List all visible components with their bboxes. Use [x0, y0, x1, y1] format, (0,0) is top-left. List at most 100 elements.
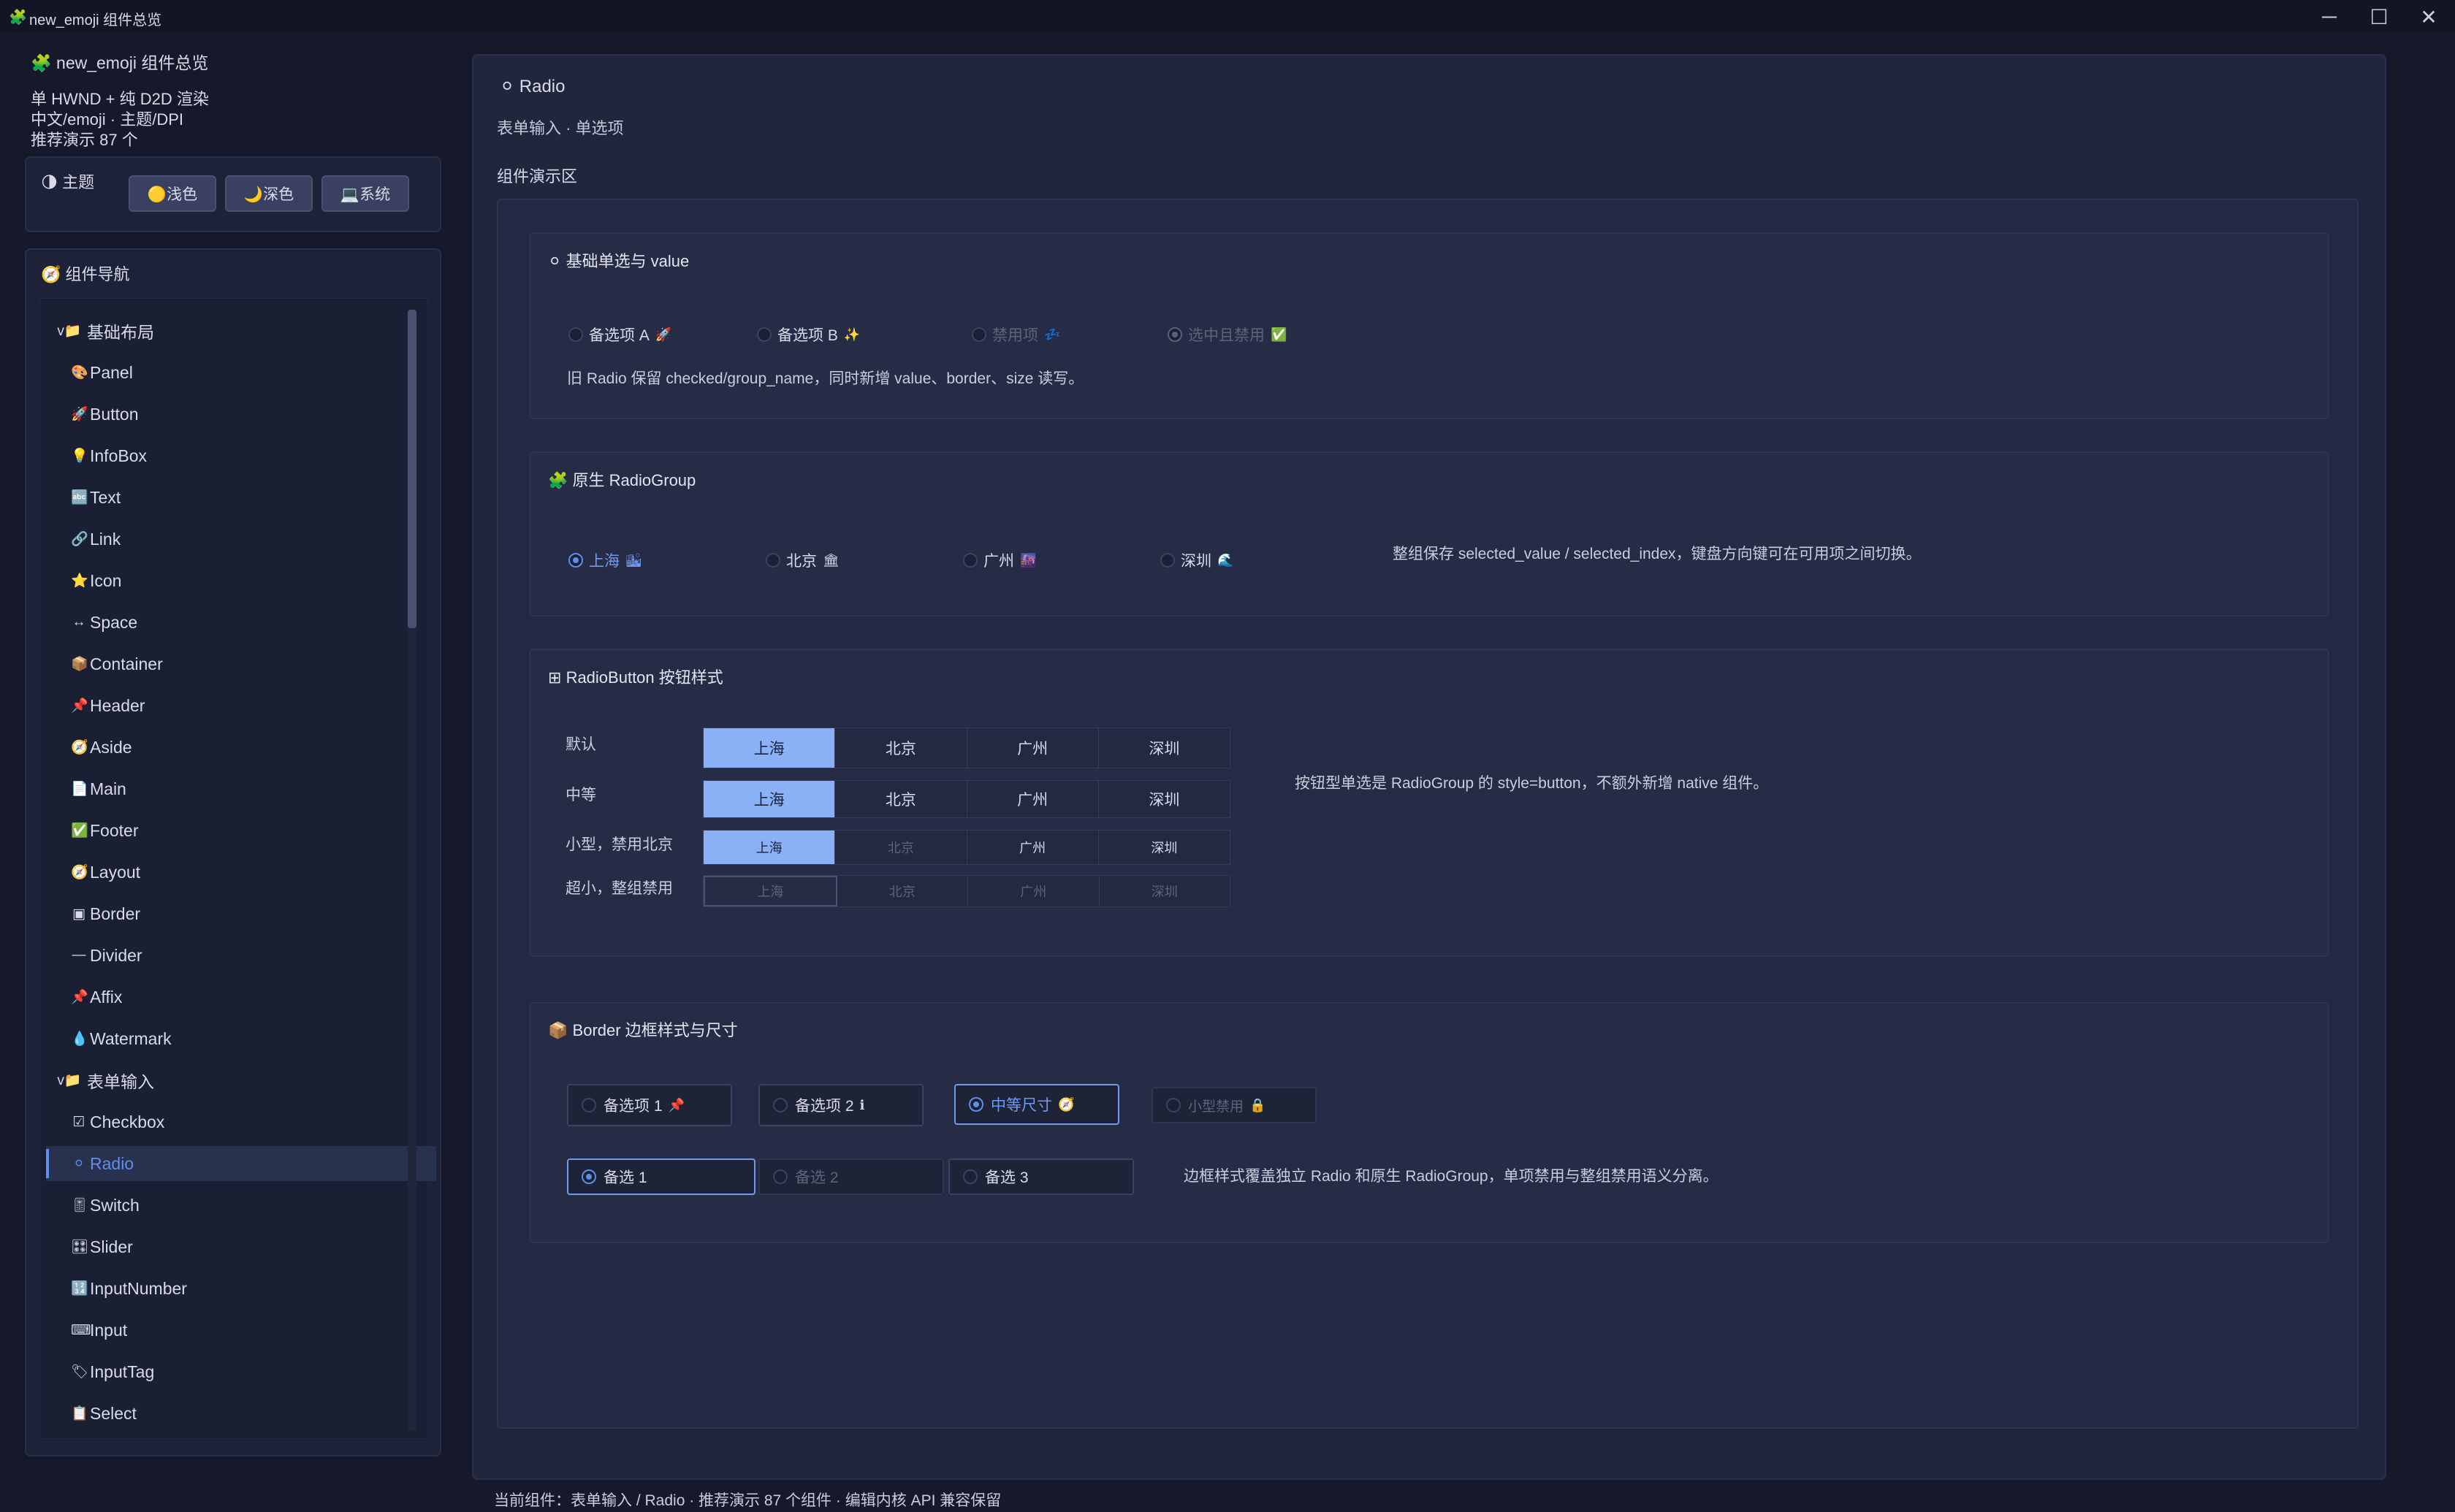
sidebar-item-header[interactable]: 📌 Header [46, 688, 436, 723]
theme-system-button[interactable]: 💻系统 [321, 175, 409, 212]
radio-group-option-shenzhen[interactable]: 深圳 🌊 [1160, 549, 1233, 571]
sidebar-item-label: Container [90, 654, 163, 673]
sidebar-item-inputtag[interactable]: 🏷 InputTag [46, 1354, 436, 1389]
radio-button-guangzhou[interactable]: 广州 [967, 728, 1099, 768]
info-icon: ℹ [859, 1097, 865, 1112]
radio-button-group-default: 上海 北京 广州 深圳 [703, 728, 1230, 768]
radio-button-guangzhou[interactable]: 广州 [967, 781, 1099, 817]
demo-area-label: 组件演示区 [497, 167, 578, 186]
radio-button-shenzhen[interactable]: 深圳 [1098, 728, 1230, 768]
sidebar-item-label: Link [90, 529, 121, 549]
sidebar-item-link[interactable]: 🔗 Link [46, 522, 436, 557]
nav-scrollbar-thumb[interactable] [408, 310, 416, 628]
radio-button-shenzhen-disabled: 深圳 [1099, 876, 1230, 906]
border-radio-group-option-1[interactable]: 备选 1 [567, 1158, 755, 1195]
card-title: ⚪ 基础单选与 value [548, 252, 690, 270]
radio-option-a[interactable]: 备选项 A 🚀 [568, 324, 671, 345]
border-radio-option-2[interactable]: 备选项 2ℹ [758, 1084, 924, 1126]
nav-item-icon: ✅ [71, 823, 88, 839]
sidebar-item-label: InputTag [90, 1362, 155, 1381]
sidebar-item-select[interactable]: 📋 Select [46, 1396, 436, 1431]
radio-button-shanghai[interactable]: 上海 [704, 831, 836, 864]
sidebar-item-label: Affix [90, 987, 123, 1007]
nav-item-icon: 💡 [71, 448, 88, 464]
radio-button-guangzhou[interactable]: 广州 [967, 831, 1099, 864]
sidebar-info-line: 推荐演示 87 个 [31, 131, 138, 149]
nav-item-icon: 🎨 [71, 365, 88, 381]
sidebar-item-radio[interactable]: ⚪ Radio [46, 1146, 436, 1181]
nav-item-icon: 📌 [71, 990, 88, 1005]
nav-item-icon: ▣ [72, 906, 85, 922]
radio-button-beijing[interactable]: 北京 [835, 728, 967, 768]
radio-group-option-guangzhou[interactable]: 广州 🌆 [963, 549, 1036, 571]
nav-item-icon: 🎛 [71, 1240, 89, 1255]
nav-item-icon: 🧭 [71, 865, 88, 880]
sidebar-item-label: Border [90, 904, 141, 923]
close-button[interactable]: ✕ [2407, 0, 2451, 34]
sidebar-item-text[interactable]: 🔤 Text [46, 480, 436, 515]
radio-button-beijing[interactable]: 北京 [835, 781, 967, 817]
border-radio-small-disabled: 小型禁用 🔒 [1152, 1087, 1317, 1123]
card-title: 📦 Border 边框样式与尺寸 [548, 1021, 738, 1039]
sidebar-item-icon[interactable]: ⭐ Icon [46, 563, 436, 598]
sidebar-item-space[interactable]: ↔ Space [46, 605, 436, 640]
radio-icon: ⚪ [500, 77, 515, 96]
nav-title: 🧭 组件导航 [41, 265, 130, 283]
sidebar-item-label: Space [90, 612, 138, 632]
nav-tree: v📁 基础布局 🎨 Panel 🚀 Button 💡 InfoBox 🔤 Text 🔗 Link ⭐ Ic… [39, 298, 436, 1439]
border-radio-medium[interactable]: 中等尺寸 🧭 [954, 1084, 1119, 1125]
sidebar-item-label: Watermark [90, 1028, 172, 1048]
sidebar-item-input[interactable]: ⌨ Input [46, 1313, 436, 1348]
radio-group-option-beijing[interactable]: 北京 🏛 [766, 549, 840, 571]
sidebar-item-border[interactable]: ▣ Border [46, 896, 436, 931]
sidebar-item-footer[interactable]: ✅ Footer [46, 813, 436, 848]
sidebar-item-checkbox[interactable]: ☑ Checkbox [46, 1104, 436, 1139]
maximize-button[interactable]: ☐ [2357, 0, 2401, 34]
sidebar-item-container[interactable]: 📦 Container [46, 646, 436, 681]
sidebar-item-inputnumber[interactable]: 🔢 InputNumber [46, 1271, 436, 1306]
theme-icon: 🌗 [41, 173, 58, 191]
theme-dark-button[interactable]: 🌙深色 [225, 175, 313, 212]
row-label: 小型，禁用北京 [566, 836, 673, 853]
sidebar-item-label: Button [90, 404, 139, 424]
zzz-icon: 💤 [1044, 327, 1061, 342]
radio-button-shanghai[interactable]: 上海 [704, 781, 836, 817]
sidebar-item-watermark[interactable]: 💧 Watermark [46, 1021, 436, 1056]
sidebar-item-affix[interactable]: 📌 Affix [46, 980, 436, 1015]
minimize-button[interactable]: ─ [2307, 0, 2351, 34]
sidebar-item-aside[interactable]: 🧭 Aside [46, 730, 436, 765]
sidebar-item-表单输入[interactable]: v📁 表单输入 [46, 1063, 420, 1098]
theme-light-button[interactable]: 🟡浅色 [129, 175, 216, 212]
card-note: 旧 Radio 保留 checked/group_name，同时新增 value… [567, 370, 1084, 387]
radio-group-option-shanghai[interactable]: 上海 🏙 [568, 549, 642, 571]
radio-button-shanghai[interactable]: 上海 [704, 728, 836, 768]
sidebar-item-divider[interactable]: — Divider [46, 938, 436, 973]
city-dusk-icon: 🌆 [1020, 552, 1037, 568]
radio-option-disabled: 禁用项 💤 [972, 324, 1060, 345]
sidebar-item-button[interactable]: 🚀 Button [46, 397, 436, 432]
radio-button-shenzhen[interactable]: 深圳 [1098, 831, 1230, 864]
nav-item-icon: 🔤 [71, 490, 88, 505]
border-radio-group-option-3[interactable]: 备选 3 [948, 1158, 1134, 1195]
status-bar: 当前组件：表单输入 / Radio · 推荐演示 87 个组件 · 编辑内核 A… [494, 1492, 1002, 1509]
radio-button-guangzhou-disabled: 广州 [968, 876, 1100, 906]
sidebar-item-label: Text [90, 487, 121, 507]
sidebar-item-switch[interactable]: 🎚 Switch [46, 1188, 436, 1223]
radio-option-checked-disabled: 选中且禁用 ✅ [1168, 324, 1287, 345]
card-title: 🧩 原生 RadioGroup [548, 471, 696, 489]
sidebar-item-main[interactable]: 📄 Main [46, 771, 436, 806]
folder-icon: v📁 [57, 324, 82, 339]
sidebar-item-layout[interactable]: 🧭 Layout [46, 855, 436, 890]
sidebar-item-panel[interactable]: 🎨 Panel [46, 355, 436, 390]
radio-button-shenzhen[interactable]: 深圳 [1098, 781, 1230, 817]
nav-item-icon: 📋 [71, 1406, 88, 1421]
sidebar-item-label: Select [90, 1403, 137, 1423]
sidebar-item-infobox[interactable]: 💡 InfoBox [46, 438, 436, 473]
radio-option-b[interactable]: 备选项 B ✨ [757, 324, 860, 345]
sidebar-item-slider[interactable]: 🎛 Slider [46, 1229, 436, 1264]
sidebar-item-基础布局[interactable]: v📁 基础布局 [46, 313, 420, 348]
grid-icon: ⊞ [548, 668, 562, 687]
classical-building-icon: 🏛 [823, 552, 840, 568]
border-radio-option-1[interactable]: 备选项 1 📌 [567, 1084, 732, 1126]
title-bar: 🧩 new_emoji 组件总览 ─ ☐ ✕ [0, 0, 2455, 34]
